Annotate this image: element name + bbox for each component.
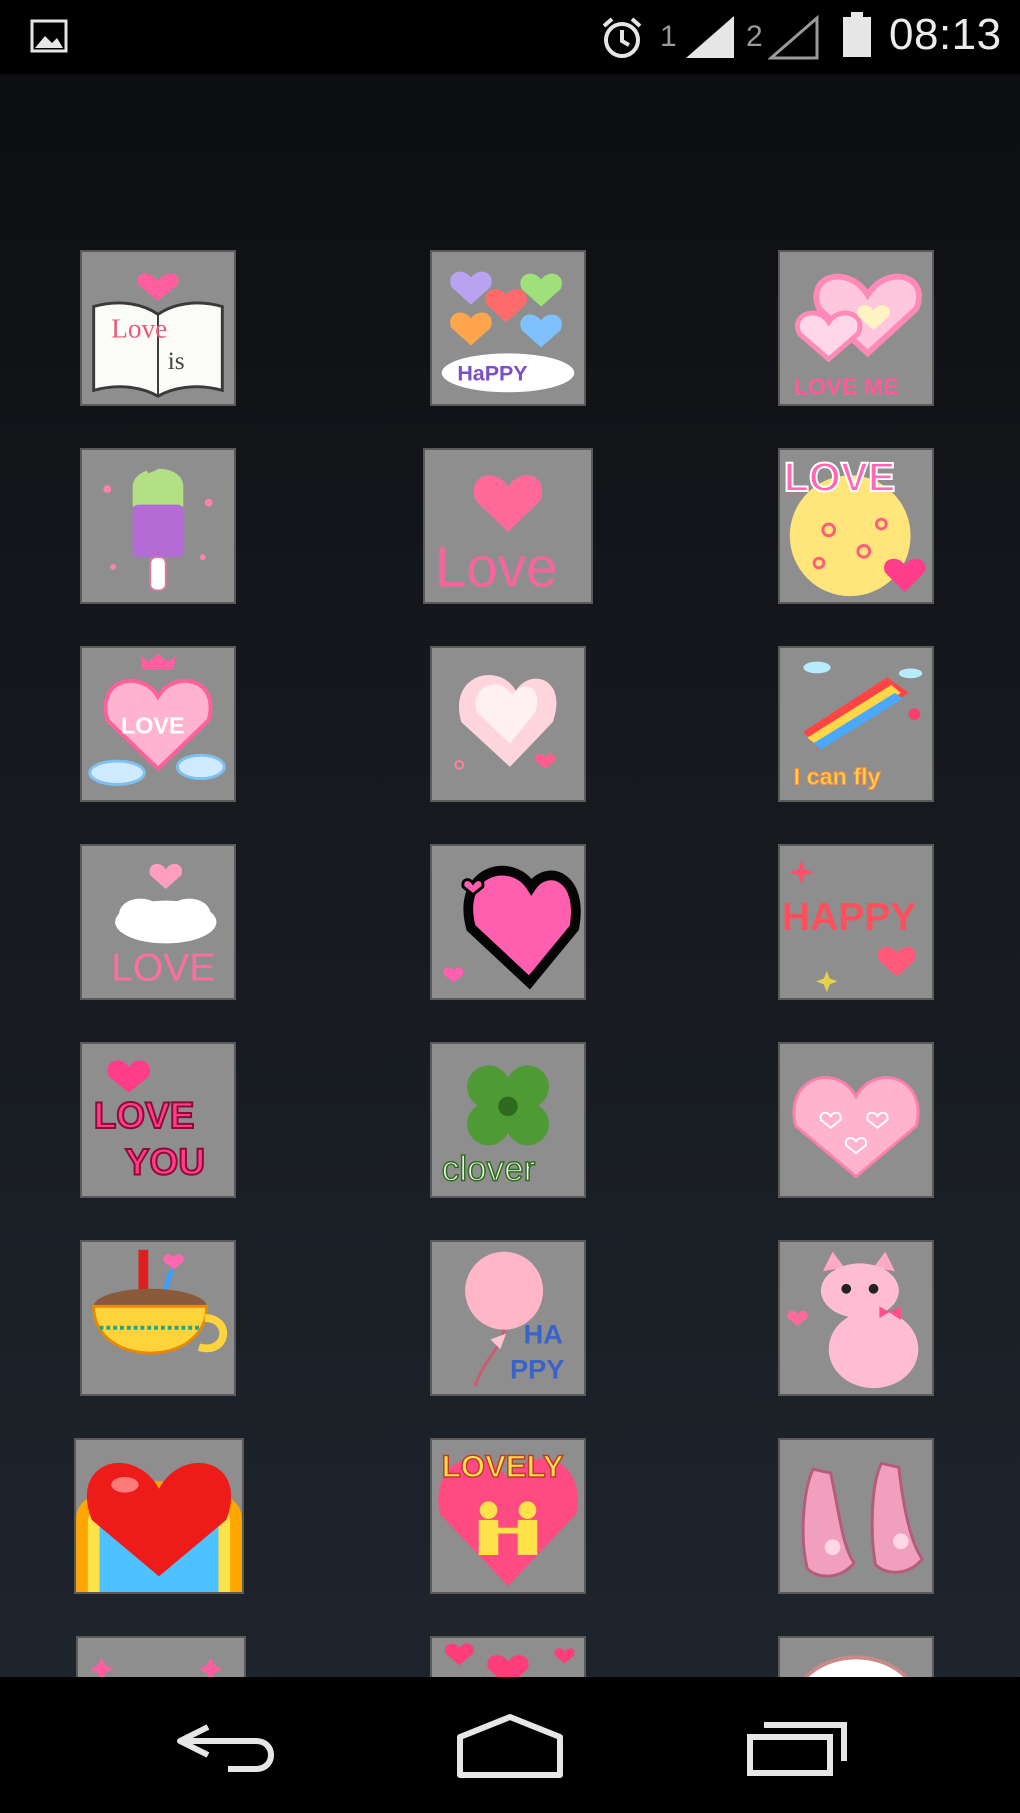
sticker-pink-shoes[interactable]	[778, 1438, 934, 1594]
sticker-text: LOVE ME	[794, 373, 899, 399]
recent-apps-icon	[747, 1722, 847, 1776]
signal-strength-icon	[684, 14, 736, 60]
sticker-text: LOVE	[111, 946, 215, 989]
sticker-love-is-book[interactable]: Love is	[80, 250, 236, 406]
sticker-text: Love	[435, 535, 558, 598]
sticker-text: clover	[442, 1149, 536, 1188]
sticker-happy-hearts[interactable]: HaPPY	[430, 250, 586, 406]
sticker-love-cookie[interactable]: LOVE	[778, 448, 934, 604]
sticker-love-heart[interactable]: Love	[423, 448, 593, 604]
sticker-text: HA	[524, 1318, 563, 1349]
alarm-clock-icon	[598, 14, 646, 62]
sticker-coffee-cup[interactable]	[80, 1240, 236, 1396]
sticker-partial-face[interactable]	[778, 1636, 934, 1677]
sticker-love-me[interactable]: LOVE ME	[778, 250, 934, 406]
sticker-text: is	[168, 347, 185, 375]
sim2-label: 2	[746, 20, 763, 53]
sticker-text: LOVE	[121, 713, 185, 739]
sticker-text: HAPPY	[782, 896, 916, 939]
sticker-text: LOVE	[784, 454, 895, 500]
sticker-lovely-couple[interactable]: LOVELY	[430, 1438, 586, 1594]
home-icon	[457, 1714, 563, 1778]
sticker-love-you[interactable]: LOVE YOU	[80, 1042, 236, 1198]
sticker-text: Love	[111, 314, 167, 344]
sticker-clover[interactable]: clover	[430, 1042, 586, 1198]
sticker-text: HaPPY	[457, 362, 527, 386]
back-button[interactable]	[168, 1707, 288, 1783]
sticker-text: YOU	[125, 1141, 205, 1183]
status-bar: 1 2 08:13	[0, 0, 1020, 74]
gallery-notification-icon	[30, 18, 68, 54]
sticker-ice-pop[interactable]	[80, 448, 236, 604]
signal-empty-icon	[766, 14, 820, 60]
sticker-text: LOVELY	[442, 1449, 564, 1484]
sticker-cloud-love[interactable]: LOVE	[80, 844, 236, 1000]
sticker-partial-hearts[interactable]	[430, 1636, 586, 1677]
sticker-text: LOVE	[94, 1094, 195, 1136]
back-icon	[177, 1724, 274, 1772]
sticker-happy-balloon[interactable]: HA PPY	[430, 1240, 586, 1396]
status-clock: 08:13	[889, 10, 1002, 59]
sim1-label: 1	[660, 20, 677, 53]
sticker-i-can-fly[interactable]: I can fly	[778, 646, 934, 802]
sticker-pink-cat[interactable]	[778, 1240, 934, 1396]
sticker-sparkle-heart[interactable]	[430, 646, 586, 802]
sticker-happy[interactable]: HAPPY	[778, 844, 934, 1000]
battery-icon	[842, 12, 872, 58]
sticker-black-heart[interactable]	[430, 844, 586, 1000]
sticker-partial-sparkles[interactable]	[76, 1636, 246, 1677]
sticker-red-heart-rainbow[interactable]	[74, 1438, 244, 1594]
sticker-text: PPY	[510, 1353, 565, 1384]
recent-apps-button[interactable]	[738, 1707, 858, 1783]
sticker-love-heart-crown[interactable]: LOVE	[80, 646, 236, 802]
navigation-bar	[0, 1677, 1020, 1813]
sticker-picker-screen: 1 2 08:13 Love is HaPPY LOVE ME Love LOV…	[0, 0, 1020, 1813]
sticker-grid: Love is HaPPY LOVE ME Love LOVE LOVE I c…	[0, 74, 1020, 1677]
sticker-pink-heart[interactable]	[778, 1042, 934, 1198]
sticker-text: I can fly	[794, 763, 881, 789]
home-button[interactable]	[450, 1707, 570, 1783]
